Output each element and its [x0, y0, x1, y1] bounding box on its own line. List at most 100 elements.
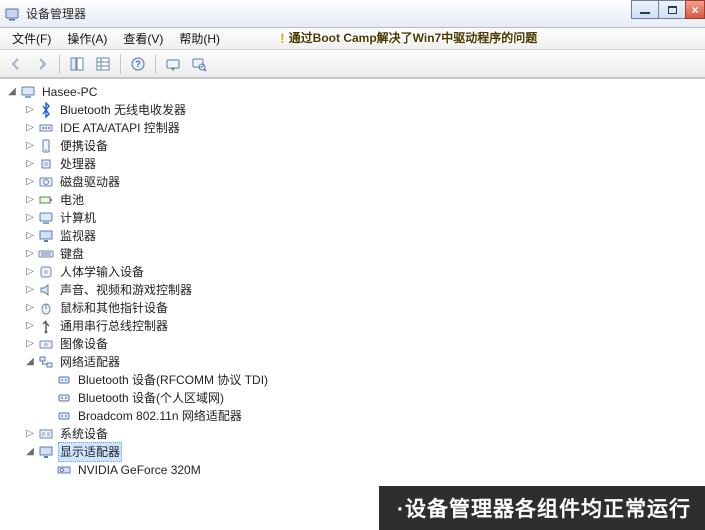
expand-toggle[interactable]: ▷	[24, 122, 36, 134]
gpu-icon	[56, 462, 72, 478]
tree-item[interactable]: ▷系统设备	[6, 425, 705, 443]
help-button[interactable]: ?	[126, 53, 150, 75]
menu-view[interactable]: 查看(V)	[115, 28, 171, 49]
mouse-icon	[38, 300, 54, 316]
tree-item[interactable]: ▷通用串行总线控制器	[6, 317, 705, 335]
tree-item[interactable]: ▷ 声音、视频和游戏控制器	[6, 281, 705, 299]
tree-item-label: 声音、视频和游戏控制器	[58, 281, 194, 299]
collapse-toggle[interactable]: ◢	[24, 356, 36, 368]
expand-toggle[interactable]: ▷	[24, 176, 36, 188]
tree-item[interactable]: ▷ 便携设备	[6, 137, 705, 155]
update-driver-button[interactable]	[161, 53, 185, 75]
window-title: 设备管理器	[26, 5, 86, 22]
tree-item-label: 处理器	[58, 155, 98, 173]
maximize-button[interactable]	[658, 0, 686, 19]
hint-text: 通过Boot Camp解决了Win7中驱动程序的问题	[289, 29, 538, 46]
collapse-toggle[interactable]: ◢	[6, 86, 18, 98]
tree-item-label: 键盘	[58, 245, 86, 263]
expand-toggle[interactable]: ▷	[24, 104, 36, 116]
hid-icon	[38, 264, 54, 280]
tree-item-label: 磁盘驱动器	[58, 173, 122, 191]
cpu-icon	[38, 156, 54, 172]
bluetooth-icon	[38, 102, 54, 118]
sound-icon	[38, 282, 54, 298]
expand-toggle[interactable]: ▷	[24, 194, 36, 206]
expand-toggle[interactable]: ▷	[24, 302, 36, 314]
network-icon	[38, 354, 54, 370]
tree-item-label: Bluetooth 无线电收发器	[58, 101, 188, 119]
computer-icon	[38, 210, 54, 226]
tree-item-label: 网络适配器	[58, 353, 122, 371]
tree-item[interactable]: ▷ 监视器	[6, 227, 705, 245]
tree-item-label: 人体学输入设备	[58, 263, 146, 281]
show-console-tree-button[interactable]	[65, 53, 89, 75]
tree-item[interactable]: ▷ 处理器	[6, 155, 705, 173]
expand-toggle[interactable]: ▷	[24, 248, 36, 260]
disk-icon	[38, 174, 54, 190]
tree-item[interactable]: ▷ 键盘	[6, 245, 705, 263]
tree-subitem-label: Broadcom 802.11n 网络适配器	[76, 407, 244, 425]
ide-icon	[38, 120, 54, 136]
menu-file[interactable]: 文件(F)	[4, 28, 59, 49]
tree-item[interactable]: ▷图像设备	[6, 335, 705, 353]
toolbar-separator	[155, 54, 156, 74]
tree-root[interactable]: ◢ Hasee-PC	[6, 83, 705, 101]
back-button[interactable]	[4, 53, 28, 75]
titlebar: 设备管理器 ×	[0, 0, 705, 28]
tree-item[interactable]: ▷ 磁盘驱动器	[6, 173, 705, 191]
minimize-button[interactable]	[631, 0, 659, 19]
expand-toggle[interactable]: ▷	[24, 140, 36, 152]
expand-toggle[interactable]: ▷	[24, 320, 36, 332]
device-tree[interactable]: ◢ Hasee-PC ▷ Bluetooth 无线电收发器 ▷ IDE ATA/ATAPI…	[0, 79, 705, 479]
collapse-toggle[interactable]: ◢	[24, 446, 36, 458]
tree-subitem-label: Bluetooth 设备(RFCOMM 协议 TDI)	[76, 371, 270, 389]
window-controls: ×	[632, 0, 705, 20]
tree-item-label: 便携设备	[58, 137, 110, 155]
tree-item[interactable]: ▷ IDE ATA/ATAPI 控制器	[6, 119, 705, 137]
warning-icon: !	[280, 30, 285, 46]
svg-text:?: ?	[135, 59, 141, 69]
tree-item[interactable]: ▷电池	[6, 191, 705, 209]
expand-toggle[interactable]: ▷	[24, 158, 36, 170]
tree-item-label: 监视器	[58, 227, 98, 245]
tree-subitem-label: Bluetooth 设备(个人区域网)	[76, 389, 226, 407]
tree-item[interactable]: ▷ Bluetooth 无线电收发器	[6, 101, 705, 119]
tree-item[interactable]: ◢显示适配器	[6, 443, 705, 461]
close-button[interactable]: ×	[685, 0, 705, 19]
tree-item-label: IDE ATA/ATAPI 控制器	[58, 119, 182, 137]
expand-toggle[interactable]: ▷	[24, 428, 36, 440]
expand-toggle[interactable]: ▷	[24, 284, 36, 296]
menu-help[interactable]: 帮助(H)	[171, 28, 228, 49]
tree-item-label: 鼠标和其他指针设备	[58, 299, 170, 317]
tree-item[interactable]: ▷计算机	[6, 209, 705, 227]
expand-toggle[interactable]: ▷	[24, 230, 36, 242]
tree-item[interactable]: ▷ 人体学输入设备	[6, 263, 705, 281]
net-dev-icon	[56, 390, 72, 406]
menubar: 文件(F) 操作(A) 查看(V) 帮助(H) ! 通过Boot Camp解决了…	[0, 28, 705, 50]
annotation-hint: ! 通过Boot Camp解决了Win7中驱动程序的问题	[280, 29, 537, 46]
expand-toggle[interactable]: ▷	[24, 212, 36, 224]
expand-toggle[interactable]: ▷	[24, 266, 36, 278]
properties-button[interactable]	[91, 53, 115, 75]
tree-item[interactable]: ▷ 鼠标和其他指针设备	[6, 299, 705, 317]
usb-icon	[38, 318, 54, 334]
root-label: Hasee-PC	[40, 83, 99, 101]
tree-subitem-label: NVIDIA GeForce 320M	[76, 461, 203, 479]
tree-subitem[interactable]: ▷Bluetooth 设备(个人区域网)	[6, 389, 705, 407]
device-tree-panel: ◢ Hasee-PC ▷ Bluetooth 无线电收发器 ▷ IDE ATA/ATAPI…	[0, 78, 705, 530]
tree-subitem[interactable]: ▷Bluetooth 设备(RFCOMM 协议 TDI)	[6, 371, 705, 389]
forward-button[interactable]	[30, 53, 54, 75]
system-icon	[38, 426, 54, 442]
keyboard-icon	[38, 246, 54, 262]
menu-action[interactable]: 操作(A)	[59, 28, 115, 49]
net-dev-icon	[56, 408, 72, 424]
expand-toggle[interactable]: ▷	[24, 338, 36, 350]
tree-subitem[interactable]: ▷NVIDIA GeForce 320M	[6, 461, 705, 479]
app-icon	[4, 6, 20, 22]
toolbar-separator	[120, 54, 121, 74]
tree-item[interactable]: ◢ 网络适配器	[6, 353, 705, 371]
caption-text: ·设备管理器各组件均正常运行	[397, 493, 691, 523]
scan-hardware-button[interactable]	[187, 53, 211, 75]
imaging-icon	[38, 336, 54, 352]
tree-subitem[interactable]: ▷Broadcom 802.11n 网络适配器	[6, 407, 705, 425]
